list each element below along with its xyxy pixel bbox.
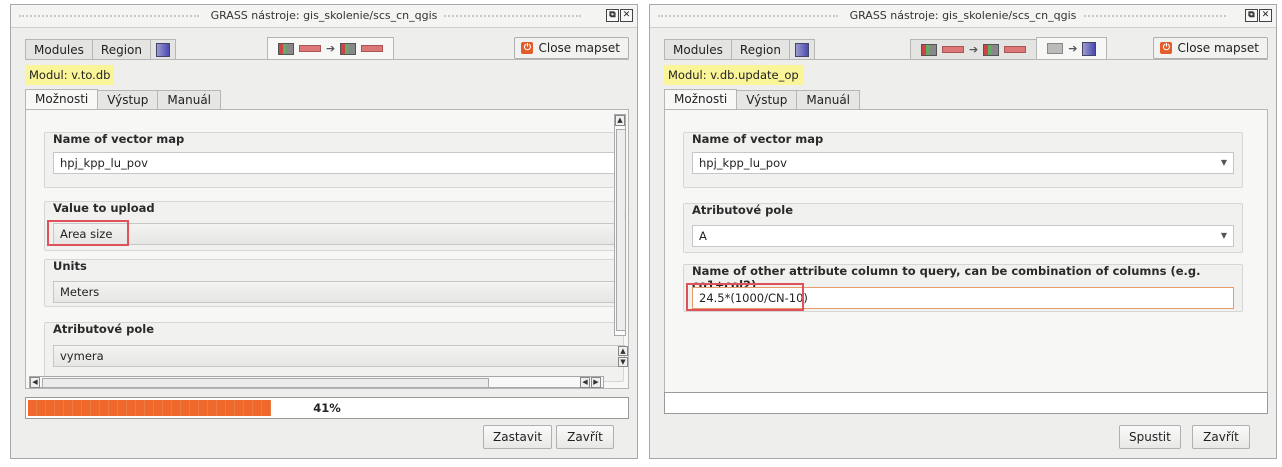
table-icon [1047,43,1064,54]
group-label: Atributové pole [53,322,155,336]
progress-bar: 41% [25,397,629,419]
tab-bar-line [664,59,1268,60]
combo-value: A [699,229,707,243]
tab-output[interactable]: Výstup [736,90,798,109]
left-dialog-window: GRASS nástroje: gis_skolenie/scs_cn_qgis… [10,4,638,459]
group-label: Name of vector map [692,132,824,146]
value-upload-combo[interactable]: Area size [53,223,625,245]
chevron-down-icon: ▼ [1220,231,1227,240]
tab-bar-line [25,59,629,60]
scroll-up-arrow-icon[interactable]: ▲ [615,115,625,126]
power-icon: ⏻ [1160,42,1173,54]
power-icon: ⏻ [521,42,534,54]
module-name: Modul: v.db.update_op [664,65,803,85]
annotation-highlight-box [47,220,129,246]
tab-manual[interactable]: Manuál [796,90,861,109]
tab-shell[interactable] [788,39,815,59]
arrow-right-icon: ➔ [326,41,336,55]
progress-text: 41% [313,401,341,415]
group-value-upload: Value to upload Area size [44,201,625,251]
group-vector-map: Name of vector map hpj_kpp_lu_pov [44,132,625,188]
tab-options[interactable]: Možnosti [25,89,99,109]
vector-map-icon [340,42,357,55]
shell-icon [794,42,809,57]
vector-map-icon [278,42,294,55]
chevron-down-icon: ▼ [1220,158,1227,167]
tab-options[interactable]: Možnosti [664,89,738,109]
column-icon [1082,41,1097,56]
title-bar[interactable]: GRASS nástroje: gis_skolenie/scs_cn_qgis… [11,5,637,28]
stop-button[interactable]: Zastavit [483,425,553,449]
scrollbar-thumb[interactable] [42,378,489,388]
group-vector-map: Name of vector map hpj_kpp_lu_pov ▼ [683,132,1243,188]
options-panel: Name of vector map hpj_kpp_lu_pov Value … [25,109,629,389]
group-label: Atributové pole [692,203,794,217]
window-title: GRASS nástroje: gis_skolenie/scs_cn_qgis [204,9,444,22]
tab-region[interactable]: Region [91,39,151,59]
tab-module-v-db-update-op[interactable]: ➔ [1036,37,1108,59]
combo-value: hpj_kpp_lu_pov [699,156,787,170]
group-label: Value to upload [53,201,155,215]
progress-bar [664,392,1268,414]
tab-module-v-to-db[interactable]: ➔ [910,39,1038,59]
restore-window-button[interactable]: ⧉ [606,9,619,22]
scroll-right-arrow-icon[interactable]: ▶ [591,377,601,388]
table-icon [1004,46,1027,53]
title-bar[interactable]: GRASS nástroje: gis_skolenie/scs_cn_qgis… [650,5,1276,28]
annotation-highlight-box [686,283,804,311]
close-window-button[interactable]: ✕ [620,9,633,22]
group-units: Units Meters [44,259,625,307]
vector-map-combo[interactable]: hpj_kpp_lu_pov ▼ [692,152,1234,174]
tab-output[interactable]: Výstup [97,90,159,109]
group-attribute: Atributové pole vymera [44,322,625,382]
close-button[interactable]: Zavřít [556,425,614,449]
close-mapset-button[interactable]: ⏻ Close mapset [514,37,629,59]
options-panel: Name of vector map hpj_kpp_lu_pov ▼ Atri… [664,109,1268,393]
attribute-combo[interactable]: vymera [53,345,625,367]
scroll-left-arrow-icon[interactable]: ◀ [30,377,40,388]
right-dialog-window: GRASS nástroje: gis_skolenie/scs_cn_qgis… [649,4,1277,459]
shell-icon [155,42,170,57]
horizontal-scrollbar[interactable]: ◀ ◀ ▶ [29,376,604,388]
group-attribute: Atributové pole A ▼ [683,203,1243,253]
arrow-right-icon: ➔ [969,42,979,56]
module-name: Modul: v.to.db [25,65,115,85]
close-mapset-label: Close mapset [1177,41,1259,55]
tab-modules[interactable]: Modules [25,39,93,59]
attribute-combo[interactable]: A ▼ [692,225,1234,247]
group-query-column: Name of other attribute column to query,… [683,264,1243,312]
resize-grip[interactable]: ⋮⋮ [621,210,628,219]
restore-window-button[interactable]: ⧉ [1245,9,1258,22]
tab-region[interactable]: Region [730,39,790,59]
close-mapset-label: Close mapset [538,41,620,55]
table-icon [299,45,321,52]
arrow-right-icon: ➔ [1068,41,1078,55]
close-button[interactable]: Zavřít [1192,425,1250,449]
scroll-left-arrow-icon[interactable]: ◀ [580,377,590,388]
tab-module-v-to-db[interactable]: ➔ [267,37,395,59]
vertical-scrollbar[interactable]: ▲ [614,114,626,336]
window-title: GRASS nástroje: gis_skolenie/scs_cn_qgis [843,9,1083,22]
table-icon [361,45,384,52]
close-mapset-button[interactable]: ⏻ Close mapset [1153,37,1268,59]
tab-modules[interactable]: Modules [664,39,732,59]
table-icon [942,46,964,53]
group-label: Units [53,259,87,273]
run-button[interactable]: Spustit [1119,425,1181,449]
vector-map-icon [921,43,937,56]
close-window-button[interactable]: ✕ [1259,9,1272,22]
tab-shell[interactable] [149,39,176,59]
scroll-down-arrow-icon[interactable]: ▼ [618,357,628,367]
scrollbar-thumb[interactable] [616,129,626,331]
units-combo[interactable]: Meters [53,281,625,303]
tab-manual[interactable]: Manuál [157,90,222,109]
vector-map-combo[interactable]: hpj_kpp_lu_pov [53,152,625,174]
group-label: Name of vector map [53,132,185,146]
scroll-up-arrow-icon[interactable]: ▲ [618,346,628,356]
vector-map-icon [983,43,1000,56]
